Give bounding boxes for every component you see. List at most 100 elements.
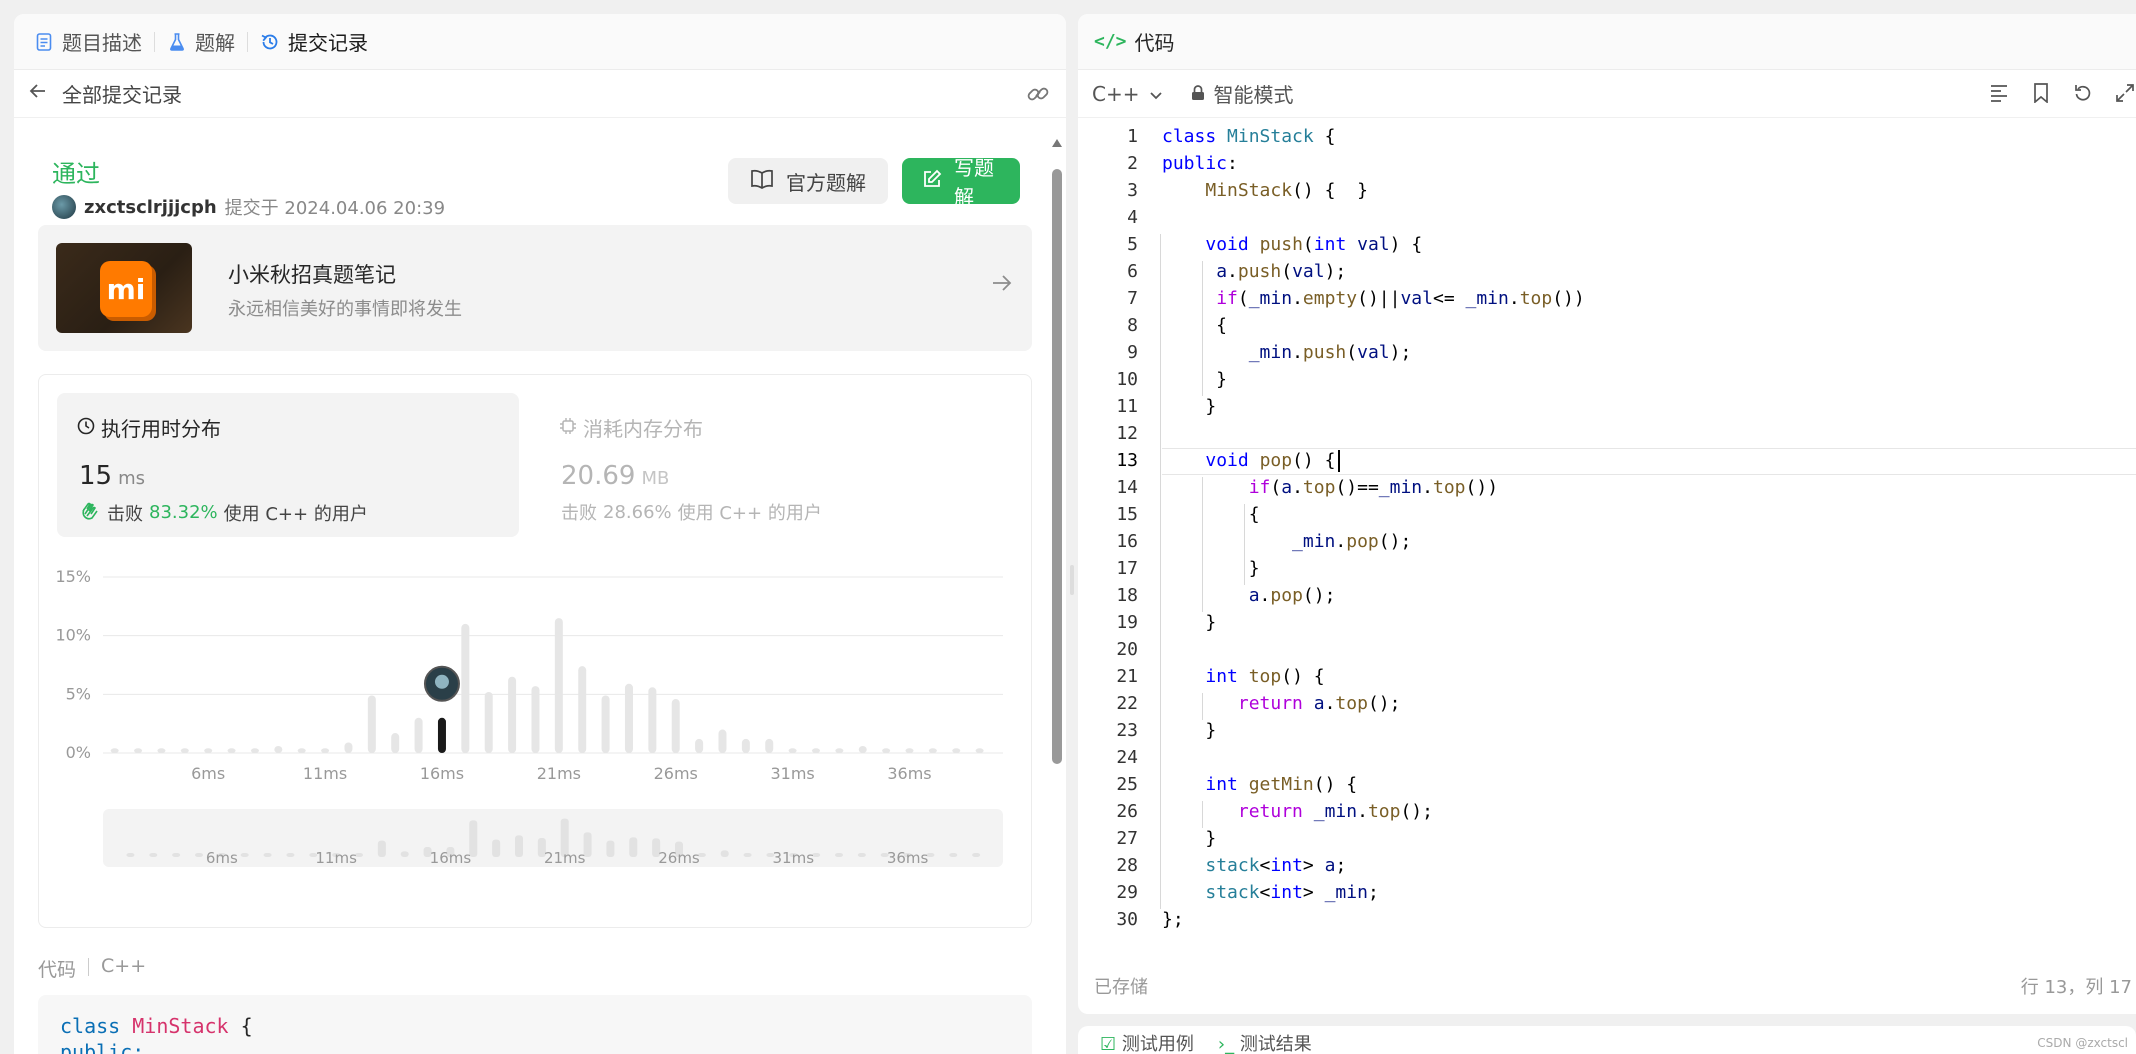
code-line[interactable]: int getMin() {	[1162, 774, 1357, 795]
tab-testcase-label: 测试用例	[1121, 1034, 1194, 1054]
editor-toolbar: C++ 智能模式	[1078, 70, 2136, 118]
line-number: 1	[1127, 126, 1138, 147]
memory-card[interactable]: 消耗内存分布 20.69 MB 击败 28.66% 使用 C++ 的用户	[539, 393, 979, 537]
code-line[interactable]: }	[1162, 612, 1216, 633]
memory-beat-suffix: 使用 C++ 的用户	[677, 503, 822, 524]
code-panel-header: </> 代码	[1078, 14, 2136, 70]
code-line[interactable]: stack<int> _min;	[1162, 882, 1378, 903]
clock-icon	[77, 416, 95, 440]
bar	[250, 748, 259, 753]
code-line[interactable]: stack<int> a;	[1162, 855, 1346, 876]
right-panel: </> 代码 C++ 智能模式 1 class MinStack {2 pub…	[1078, 14, 2136, 1014]
avatar-face	[434, 674, 449, 689]
line-number: 25	[1116, 774, 1138, 795]
code-line[interactable]: if(_min.empty()||val<= _min.top())	[1162, 288, 1585, 309]
code-line[interactable]: }	[1162, 396, 1216, 417]
left-scrollbar[interactable]	[1052, 139, 1062, 764]
code-line[interactable]: if(a.top()==_min.top())	[1162, 477, 1498, 498]
bookmark-icon[interactable]	[2030, 82, 2052, 104]
tab-submissions[interactable]: 提交记录	[260, 27, 368, 56]
expand-icon[interactable]	[2114, 82, 2136, 104]
bar	[905, 748, 914, 753]
code-line[interactable]: };	[1162, 909, 1184, 930]
overview-bar	[263, 853, 272, 857]
code-line[interactable]: MinStack() { }	[1162, 180, 1368, 201]
language-select[interactable]: C++	[1092, 82, 1163, 106]
code-line[interactable]: a.pop();	[1162, 585, 1336, 606]
tab-testcase[interactable]: ☑ 测试用例	[1100, 1030, 1194, 1054]
link-icon[interactable]	[1026, 82, 1050, 111]
code-line[interactable]: }	[1162, 369, 1227, 390]
code-line[interactable]: public:	[1162, 153, 1238, 174]
username[interactable]: zxctsclrjjjcph	[84, 197, 217, 218]
code-editor[interactable]: 1 class MinStack { 2 public: 3 MinStack() { …	[1078, 118, 2136, 944]
indent-guide	[1202, 693, 1203, 720]
book-icon	[750, 169, 774, 194]
bar	[508, 676, 517, 753]
line-number: 3	[1127, 180, 1138, 201]
scrollbar-thumb[interactable]	[1052, 169, 1062, 764]
language-value: C++	[1092, 81, 1140, 106]
code-line[interactable]: }	[1162, 828, 1216, 849]
bar	[204, 748, 213, 753]
bar	[648, 687, 657, 753]
tab-submissions-label: 提交记录	[288, 31, 368, 55]
bar	[110, 748, 119, 753]
code-preview: class MinStack { public:	[38, 995, 1032, 1054]
runtime-beat-suffix: 使用 C++ 的用户	[223, 503, 368, 525]
bar	[741, 738, 750, 753]
smart-mode-label: 智能模式	[1213, 83, 1294, 107]
scroll-up-icon[interactable]	[1052, 139, 1062, 147]
code-panel-title: 代码	[1134, 31, 1175, 55]
panel-resize-handle[interactable]	[1070, 565, 1074, 595]
overview-bar	[743, 853, 752, 857]
runtime-value: 15 ms	[79, 461, 145, 491]
format-icon[interactable]	[1988, 82, 2010, 104]
indent-guide	[1202, 261, 1203, 396]
bar	[297, 748, 306, 753]
runtime-card[interactable]: 执行用时分布 15 ms 击败 83.32% 使用 C++ 的用户	[57, 393, 519, 537]
chevron-down-icon	[1149, 82, 1163, 106]
promo-banner[interactable]: mi 小米秋招真题笔记 永远相信美好的事情即将发生	[38, 225, 1032, 351]
code-line[interactable]: _min.push(val);	[1162, 342, 1412, 363]
code-line[interactable]: a.push(val);	[1162, 261, 1346, 282]
bar	[624, 683, 633, 753]
line-number: 6	[1127, 261, 1138, 282]
overview-bar	[857, 853, 866, 857]
tab-solutions-label: 题解	[195, 31, 235, 55]
tab-solutions[interactable]: 题解	[167, 27, 235, 56]
tab-description[interactable]: 题目描述	[34, 27, 142, 56]
code-line[interactable]: void pop() {	[1162, 450, 1335, 471]
official-solution-button[interactable]: 官方题解	[728, 158, 888, 204]
bar	[578, 666, 587, 753]
code-line[interactable]: }	[1162, 720, 1216, 741]
code-preview-keyword: class	[60, 1014, 121, 1038]
code-line[interactable]: return a.top();	[1162, 693, 1401, 714]
avatar[interactable]	[52, 195, 76, 219]
code-line[interactable]: {	[1162, 315, 1227, 336]
code-line[interactable]: _min.pop();	[1162, 531, 1411, 552]
bar	[858, 745, 867, 753]
banner-title: 小米秋招真题笔记	[228, 263, 396, 287]
runtime-unit: ms	[118, 468, 146, 489]
reset-icon[interactable]	[2072, 82, 2094, 104]
line-number: 2	[1127, 153, 1138, 174]
smart-mode-toggle[interactable]: 智能模式	[1191, 79, 1293, 108]
terminal-icon: ›_	[1217, 1034, 1235, 1054]
runtime-distribution-chart[interactable]: 0% 5% 10% 15% 6ms 11ms 16ms 21ms 26ms 31ms 36ms 6ms…	[39, 545, 1033, 929]
write-solution-button[interactable]: 写题解	[902, 156, 1020, 209]
memory-beat-prefix: 击败	[561, 503, 597, 524]
code-line[interactable]: int top() {	[1162, 666, 1324, 687]
back-arrow-icon[interactable]	[28, 81, 48, 107]
code-line[interactable]: void push(int val) {	[1162, 234, 1422, 255]
memory-number: 20.69	[561, 461, 636, 491]
overview-tick-label: 31ms	[773, 849, 815, 867]
editor-status-bar: 已存储 行 13，列 17	[1078, 964, 2136, 1008]
code-line[interactable]: class MinStack {	[1162, 126, 1335, 147]
line-number: 17	[1116, 558, 1138, 579]
memory-unit: MB	[641, 468, 670, 489]
bar	[718, 729, 727, 753]
x-tick-label: 31ms	[770, 764, 814, 783]
overview-bar	[172, 853, 181, 857]
tab-result[interactable]: ›_ 测试结果	[1218, 1030, 1312, 1054]
